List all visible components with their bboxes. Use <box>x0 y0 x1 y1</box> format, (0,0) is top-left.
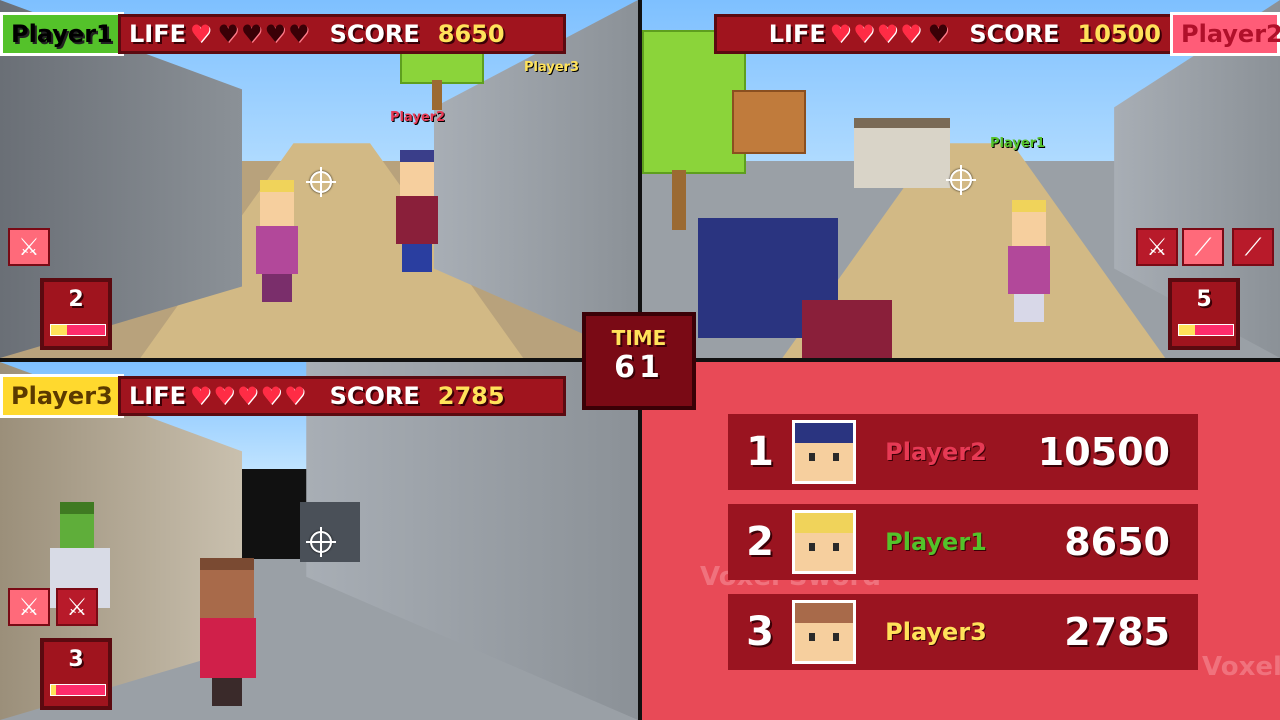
player1-tag: Player1 <box>0 12 124 56</box>
life-label: LIFE <box>768 20 826 48</box>
rank-player-name: Player2 <box>885 438 987 466</box>
player3-view: Player3 LIFE ♥♥♥♥♥ SCORE 2785 ⚔ ⚔ 3 <box>0 362 638 720</box>
player2-view: Player1 LIFE ♥♥♥♥ ♥ SCORE 10500 Player2 … <box>642 0 1280 358</box>
ammo-count: 2 <box>68 287 84 312</box>
rank-player-name: Player1 <box>885 528 987 556</box>
ammo-counter: 5 <box>1168 278 1240 350</box>
score-label: SCORE <box>329 20 420 48</box>
player2-tag: Player2 <box>1170 12 1280 56</box>
ammo-count: 3 <box>68 647 84 672</box>
score-label: SCORE <box>969 20 1060 48</box>
player2-tag-label: Player2 <box>1181 20 1280 48</box>
ammo-bar-fill <box>51 325 68 335</box>
player1-hud: LIFE ♥ ♥♥♥♥ SCORE 8650 <box>118 14 566 54</box>
watermark-text-short: Voxel <box>1202 652 1280 682</box>
house <box>854 118 950 188</box>
rank-player-name: Player3 <box>885 618 987 646</box>
name-tag-player3: Player3 <box>524 60 580 75</box>
rank-score: 10500 <box>1037 430 1170 474</box>
hearts-full-icon: ♥ <box>190 20 214 48</box>
crosshair <box>946 165 976 195</box>
spear-icon: ⟋ <box>1232 228 1274 266</box>
player2-avatar <box>792 420 856 484</box>
crosshair <box>306 527 336 557</box>
timer-label: TIME <box>611 326 667 350</box>
score-label: SCORE <box>329 382 420 410</box>
rank-score: 8650 <box>1064 520 1170 564</box>
tree-trunk <box>672 170 686 230</box>
hearts-empty-icon: ♥ <box>927 20 952 48</box>
name-tag-player1: Player1 <box>990 136 1046 151</box>
life-label: LIFE <box>129 382 187 410</box>
ranking-row: 1 Player2 10500 <box>728 414 1198 490</box>
player3-hud: LIFE ♥♥♥♥♥ SCORE 2785 <box>118 376 566 416</box>
spear-icon: ⟋ <box>1182 228 1224 266</box>
ranking-row: 2 Player1 8650 <box>728 504 1198 580</box>
ammo-bar-fill <box>51 685 57 695</box>
sword-icon: ⚔ <box>56 588 98 626</box>
tree <box>400 50 484 84</box>
sword-icon: ⚔ <box>1136 228 1178 266</box>
rank-position: 1 <box>746 429 774 475</box>
sword-icon: ⚔ <box>8 588 50 626</box>
life-label: LIFE <box>129 20 187 48</box>
rank-position: 3 <box>746 609 774 655</box>
sword-icon: ⚔ <box>8 228 50 266</box>
crosshair <box>306 167 336 197</box>
score-value: 8650 <box>437 20 505 48</box>
ammo-bar <box>50 684 106 696</box>
hearts-empty-icon: ♥♥♥♥ <box>217 20 312 48</box>
ammo-bar-fill <box>1179 325 1196 335</box>
match-timer: TIME 61 <box>582 312 696 410</box>
timer-value: 61 <box>614 350 664 385</box>
player2-first-person-arm <box>802 300 892 358</box>
ammo-counter: 2 <box>40 278 112 350</box>
ammo-bar <box>50 324 106 336</box>
player3-avatar <box>792 600 856 664</box>
ranking-panel: Voxel Sword Voxel 1 Player2 10500 2 Play… <box>642 362 1280 720</box>
ammo-count: 5 <box>1196 287 1212 312</box>
name-tag-player2: Player2 <box>390 110 446 125</box>
hearts-full-icon: ♥♥♥♥ <box>829 20 924 48</box>
ammo-bar <box>1178 324 1234 336</box>
tree-trunk <box>432 80 442 110</box>
game-screen: Player2 Player3 Player1 LIFE ♥ ♥♥♥♥ SCOR… <box>0 0 1280 720</box>
rank-score: 2785 <box>1064 610 1170 654</box>
ranking-row: 3 Player3 2785 <box>728 594 1198 670</box>
player2-hud: LIFE ♥♥♥♥ ♥ SCORE 10500 <box>714 14 1174 54</box>
player3-tag-label: Player3 <box>11 382 113 410</box>
player1-tag-label: Player1 <box>11 20 113 48</box>
player1-view: Player2 Player3 Player1 LIFE ♥ ♥♥♥♥ SCOR… <box>0 0 638 358</box>
rank-position: 2 <box>746 519 774 565</box>
autumn-tree <box>732 90 806 154</box>
player1-avatar <box>792 510 856 574</box>
hearts-full-icon: ♥♥♥♥♥ <box>190 382 308 410</box>
score-value: 10500 <box>1077 20 1162 48</box>
ammo-counter: 3 <box>40 638 112 710</box>
player3-tag: Player3 <box>0 374 124 418</box>
score-value: 2785 <box>437 382 505 410</box>
